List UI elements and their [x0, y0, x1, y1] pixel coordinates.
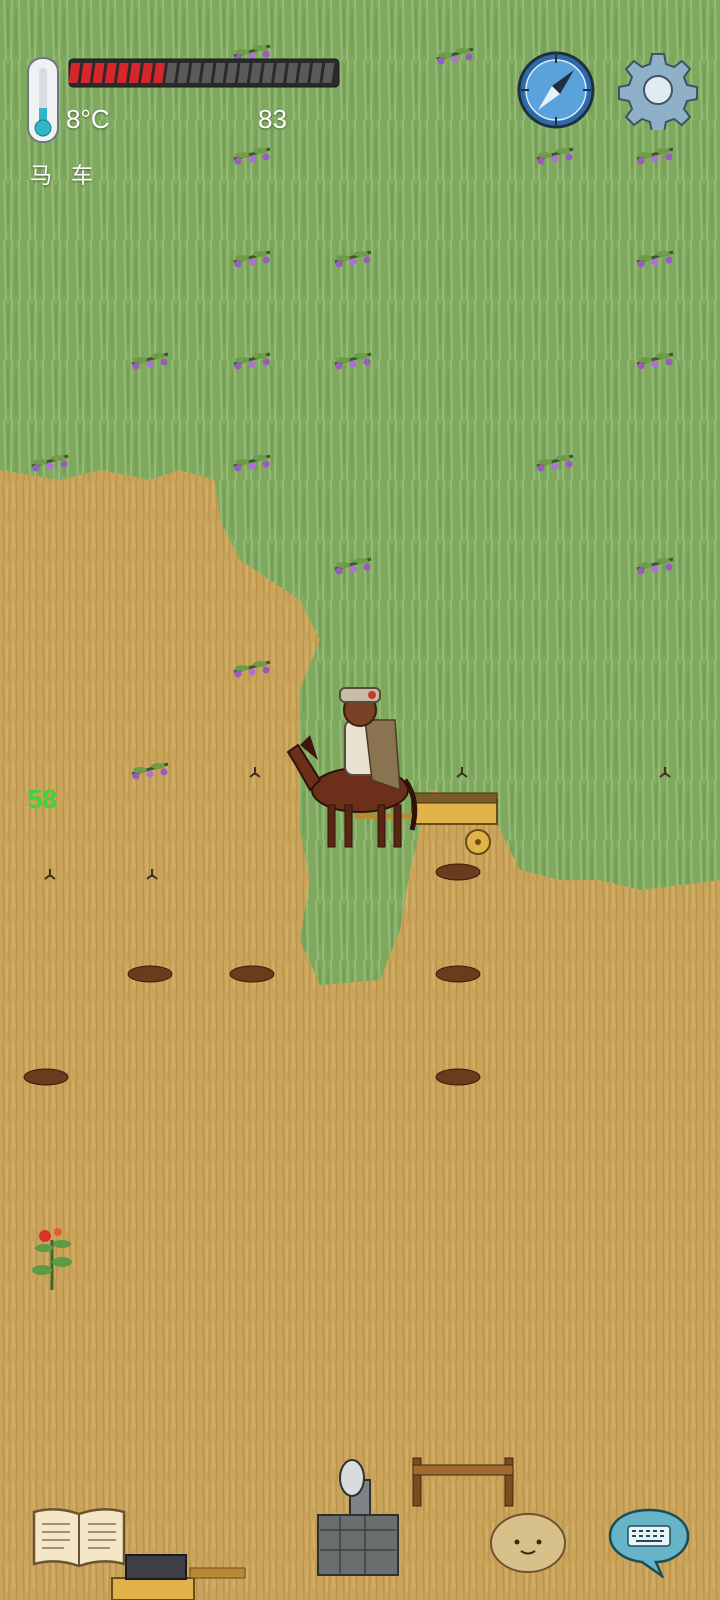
purple-flower-plant [233, 454, 271, 472]
world-objects [23, 44, 674, 1600]
food-meter [68, 58, 340, 88]
purple-flower-plant [334, 352, 372, 370]
food-value: 83 [258, 104, 287, 134]
wooden-fence[interactable] [412, 1457, 514, 1507]
purple-flower-plant [636, 250, 674, 268]
thermometer-icon [26, 56, 60, 144]
floating-number: 58 [28, 784, 57, 814]
purple-flower-plant [636, 147, 674, 165]
horse-cart-player[interactable] [286, 687, 498, 855]
purple-flower-plant [436, 47, 474, 65]
purple-flower-plant [334, 557, 372, 575]
purple-flower-plant [233, 250, 271, 268]
purple-flower-plant [636, 557, 674, 575]
open-book-icon[interactable] [30, 1506, 128, 1570]
temperature-readout: 8°C [66, 104, 110, 134]
purple-flower-plant [233, 660, 271, 678]
purple-flower-plant [233, 352, 271, 370]
purple-flower-plant [536, 147, 574, 165]
smiling-potato-face-icon[interactable] [488, 1510, 568, 1574]
wild-plants [31, 44, 674, 780]
purple-flower-plant [131, 352, 169, 370]
compass-icon[interactable] [516, 50, 596, 130]
purple-flower-plant [233, 147, 271, 165]
held-item-label: 马 车 [30, 164, 99, 189]
storage-box[interactable] [111, 1554, 246, 1600]
stone-well-pump[interactable] [317, 1459, 399, 1576]
purple-flower-plant [334, 250, 372, 268]
purple-flower-plant [31, 454, 69, 472]
purple-flower-plant [131, 762, 169, 780]
berry-bush [32, 1228, 72, 1290]
purple-flower-plant [636, 352, 674, 370]
gear-icon[interactable] [618, 50, 698, 133]
purple-flower-plant [536, 454, 574, 472]
dirt-mounds [23, 863, 481, 1086]
keyboard-speech-bubble-icon[interactable] [606, 1506, 692, 1580]
